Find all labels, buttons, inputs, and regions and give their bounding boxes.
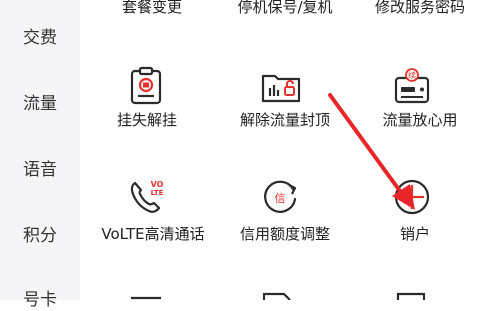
sidebar-item-sim[interactable]: 号卡 xyxy=(0,289,80,311)
service-grid: 套餐变更 停机保号/复机 修改服务密码 续 挂失解挂 解除流量封顶 流量放心用 … xyxy=(80,0,480,300)
sidebar-item-points[interactable]: 积分 xyxy=(0,225,80,247)
annotation-arrow xyxy=(328,93,415,210)
sidebar-item-data[interactable]: 流量 xyxy=(0,93,80,115)
sidebar-item-payment[interactable]: 交费 xyxy=(0,27,80,49)
sidebar: 交费 流量 语音 积分 号卡 xyxy=(0,0,80,310)
sidebar-item-voice[interactable]: 语音 xyxy=(0,159,80,181)
